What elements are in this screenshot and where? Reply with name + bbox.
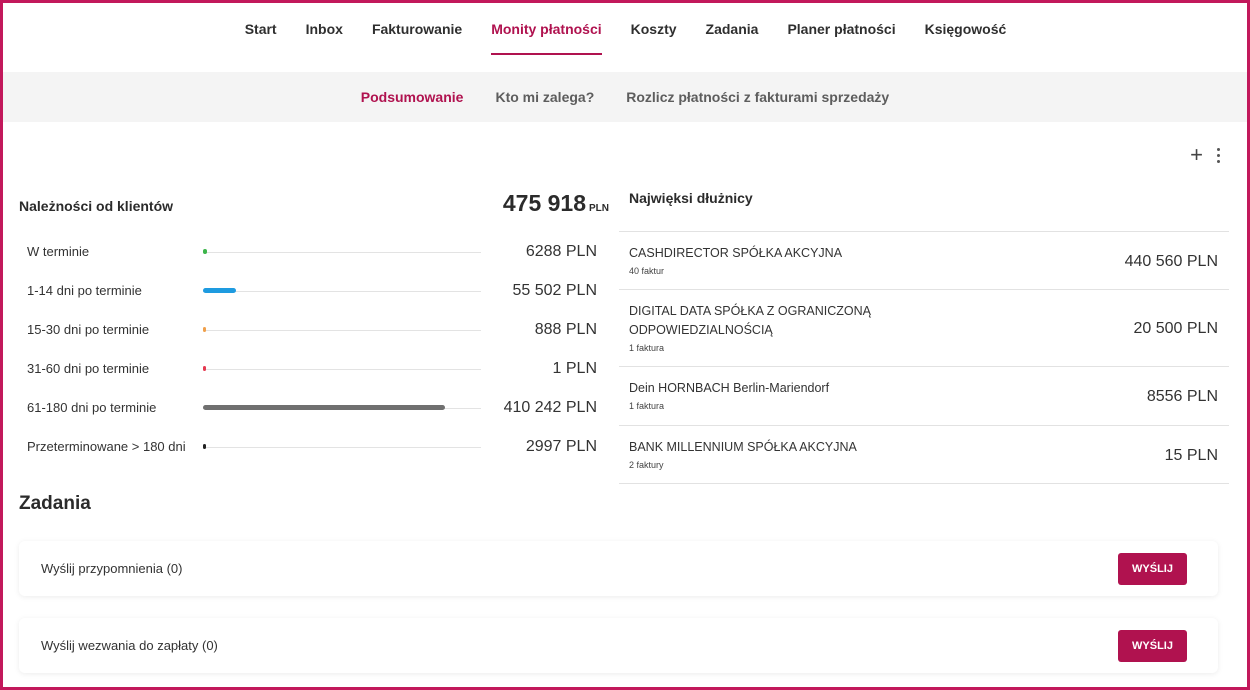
receivables-title: Należności od klientów: [19, 198, 174, 214]
more-vertical-icon[interactable]: [1213, 147, 1224, 163]
receivables-widget: Należności od klientów 475 918 PLN: [19, 190, 609, 220]
receivables-row-label: 15-30 dni po terminie: [27, 322, 150, 337]
receivables-row-value: 6288 PLN: [525, 242, 597, 260]
receivables-total: 475 918 PLN: [503, 190, 609, 217]
debtor-row[interactable]: Dein HORNBACH Berlin-Mariendorf 1 faktura…: [619, 366, 1229, 425]
receivables-row-label: Przeterminowane > 180 dni: [27, 439, 186, 454]
debtor-invoice-count: 40 faktur: [629, 266, 665, 276]
debtor-info: DIGITAL DATA SPÓŁKA Z OGRANICZONĄ ODPOWI…: [629, 302, 929, 353]
debtor-amount: 15 PLN: [1164, 446, 1218, 464]
nav-item-start[interactable]: Start: [230, 21, 291, 53]
nav-item-zadania[interactable]: Zadania: [691, 21, 773, 53]
debtor-name: DIGITAL DATA SPÓŁKA Z OGRANICZONĄ ODPOWI…: [629, 304, 871, 337]
debtors-title: Najwięksi dłużnicy: [629, 190, 753, 206]
debtor-info: BANK MILLENNIUM SPÓŁKA AKCYJNA 2 faktury: [629, 438, 929, 470]
receivables-bar-track: [203, 248, 481, 255]
sub-nav: Podsumowanie Kto mi zalega? Rozlicz płat…: [3, 72, 1247, 122]
debtor-invoice-count: 2 faktury: [629, 460, 664, 470]
tab-podsumowanie[interactable]: Podsumowanie: [345, 89, 480, 105]
task-card-payment-demands: Wyślij wezwania do zapłaty (0) WYŚLIJ: [19, 618, 1218, 673]
top-debtors-widget: Najwięksi dłużnicy CASHDIRECTOR SPÓŁKA A…: [619, 190, 1229, 484]
receivables-bar-track: [203, 365, 481, 372]
nav-item-monity-platnosci[interactable]: Monity płatności: [476, 21, 615, 55]
nav-item-planer-platnosci[interactable]: Planer płatności: [772, 21, 909, 53]
receivables-row-label: 1-14 dni po terminie: [27, 283, 142, 298]
debtor-info: Dein HORNBACH Berlin-Mariendorf 1 faktura: [629, 379, 929, 411]
receivables-row-label: 61-180 dni po terminie: [27, 400, 157, 415]
main-nav: Start Inbox Fakturowanie Monity płatnośc…: [0, 0, 1250, 72]
receivables-row: 61-180 dni po terminie 410 242 PLN: [27, 388, 597, 427]
receivables-row: W terminie 6288 PLN: [27, 232, 597, 271]
debtor-row[interactable]: DIGITAL DATA SPÓŁKA Z OGRANICZONĄ ODPOWI…: [619, 289, 1229, 366]
nav-item-inbox[interactable]: Inbox: [291, 21, 357, 53]
receivables-row: 15-30 dni po terminie 888 PLN: [27, 310, 597, 349]
debtor-name: BANK MILLENNIUM SPÓŁKA AKCYJNA: [629, 440, 857, 454]
receivables-row-value: 1 PLN: [552, 359, 597, 377]
send-reminders-button[interactable]: WYŚLIJ: [1118, 552, 1187, 585]
receivables-row-label: W terminie: [27, 244, 90, 259]
receivables-row-label: 31-60 dni po terminie: [27, 361, 150, 376]
tab-rozlicz-platnosci[interactable]: Rozlicz płatności z fakturami sprzedaży: [610, 89, 905, 105]
debtor-info: CASHDIRECTOR SPÓŁKA AKCYJNA 40 faktur: [629, 244, 929, 276]
receivables-bar: [203, 326, 206, 332]
debtor-name: CASHDIRECTOR SPÓŁKA AKCYJNA: [629, 246, 843, 260]
receivables-row-value: 2997 PLN: [525, 437, 597, 455]
receivables-bar-track: [203, 326, 481, 333]
debtor-amount: 8556 PLN: [1146, 388, 1218, 405]
receivables-total-value: 475 918: [502, 190, 586, 216]
tab-kto-mi-zalega[interactable]: Kto mi zalega?: [479, 89, 610, 105]
receivables-bar: [203, 287, 236, 293]
receivables-bar-track: [203, 287, 481, 294]
receivables-row-value: 888 PLN: [534, 320, 597, 338]
nav-item-ksiegowosc[interactable]: Księgowość: [910, 21, 1021, 53]
debtor-name: Dein HORNBACH Berlin-Mariendorf: [629, 381, 830, 395]
send-payment-demands-button[interactable]: WYŚLIJ: [1118, 629, 1187, 662]
receivables-row: Przeterminowane > 180 dni 2997 PLN: [27, 427, 597, 466]
tasks-title: Zadania: [19, 493, 91, 514]
receivables-row: 1-14 dni po terminie 55 502 PLN: [27, 271, 597, 310]
receivables-row-value: 55 502 PLN: [512, 281, 597, 299]
receivables-bar: [203, 248, 207, 254]
debtor-amount: 440 560 PLN: [1124, 252, 1218, 270]
nav-item-fakturowanie[interactable]: Fakturowanie: [357, 21, 476, 53]
plus-icon[interactable]: +: [1190, 144, 1203, 166]
receivables-row: 31-60 dni po terminie 1 PLN: [27, 349, 597, 388]
receivables-total-currency: PLN: [589, 203, 609, 214]
receivables-bar: [203, 443, 206, 449]
nav-item-koszty[interactable]: Koszty: [616, 21, 691, 53]
debtor-row[interactable]: BANK MILLENNIUM SPÓŁKA AKCYJNA 2 faktury 1…: [619, 425, 1229, 483]
receivables-bar-track: [203, 404, 481, 411]
toolbar: +: [1190, 144, 1224, 166]
debtor-invoice-count: 1 faktura: [629, 401, 665, 411]
task-label: Wyślij przypomnienia (0): [41, 561, 183, 576]
debtor-amount: 20 500 PLN: [1133, 320, 1218, 337]
debtor-invoice-count: 1 faktura: [629, 343, 665, 353]
task-label: Wyślij wezwania do zapłaty (0): [41, 638, 218, 653]
receivables-row-value: 410 242 PLN: [503, 398, 597, 416]
debtor-row[interactable]: CASHDIRECTOR SPÓŁKA AKCYJNA 40 faktur 440 …: [619, 231, 1229, 289]
receivables-bar: [203, 404, 445, 410]
debtors-list: CASHDIRECTOR SPÓŁKA AKCYJNA 40 faktur 440 …: [619, 231, 1229, 483]
receivables-bar: [203, 365, 206, 371]
task-card-reminders: Wyślij przypomnienia (0) WYŚLIJ: [19, 541, 1218, 596]
debtors-list-end: [619, 483, 1229, 484]
receivables-bar-track: [203, 443, 481, 450]
receivables-header: Należności od klientów 475 918 PLN: [19, 190, 609, 220]
